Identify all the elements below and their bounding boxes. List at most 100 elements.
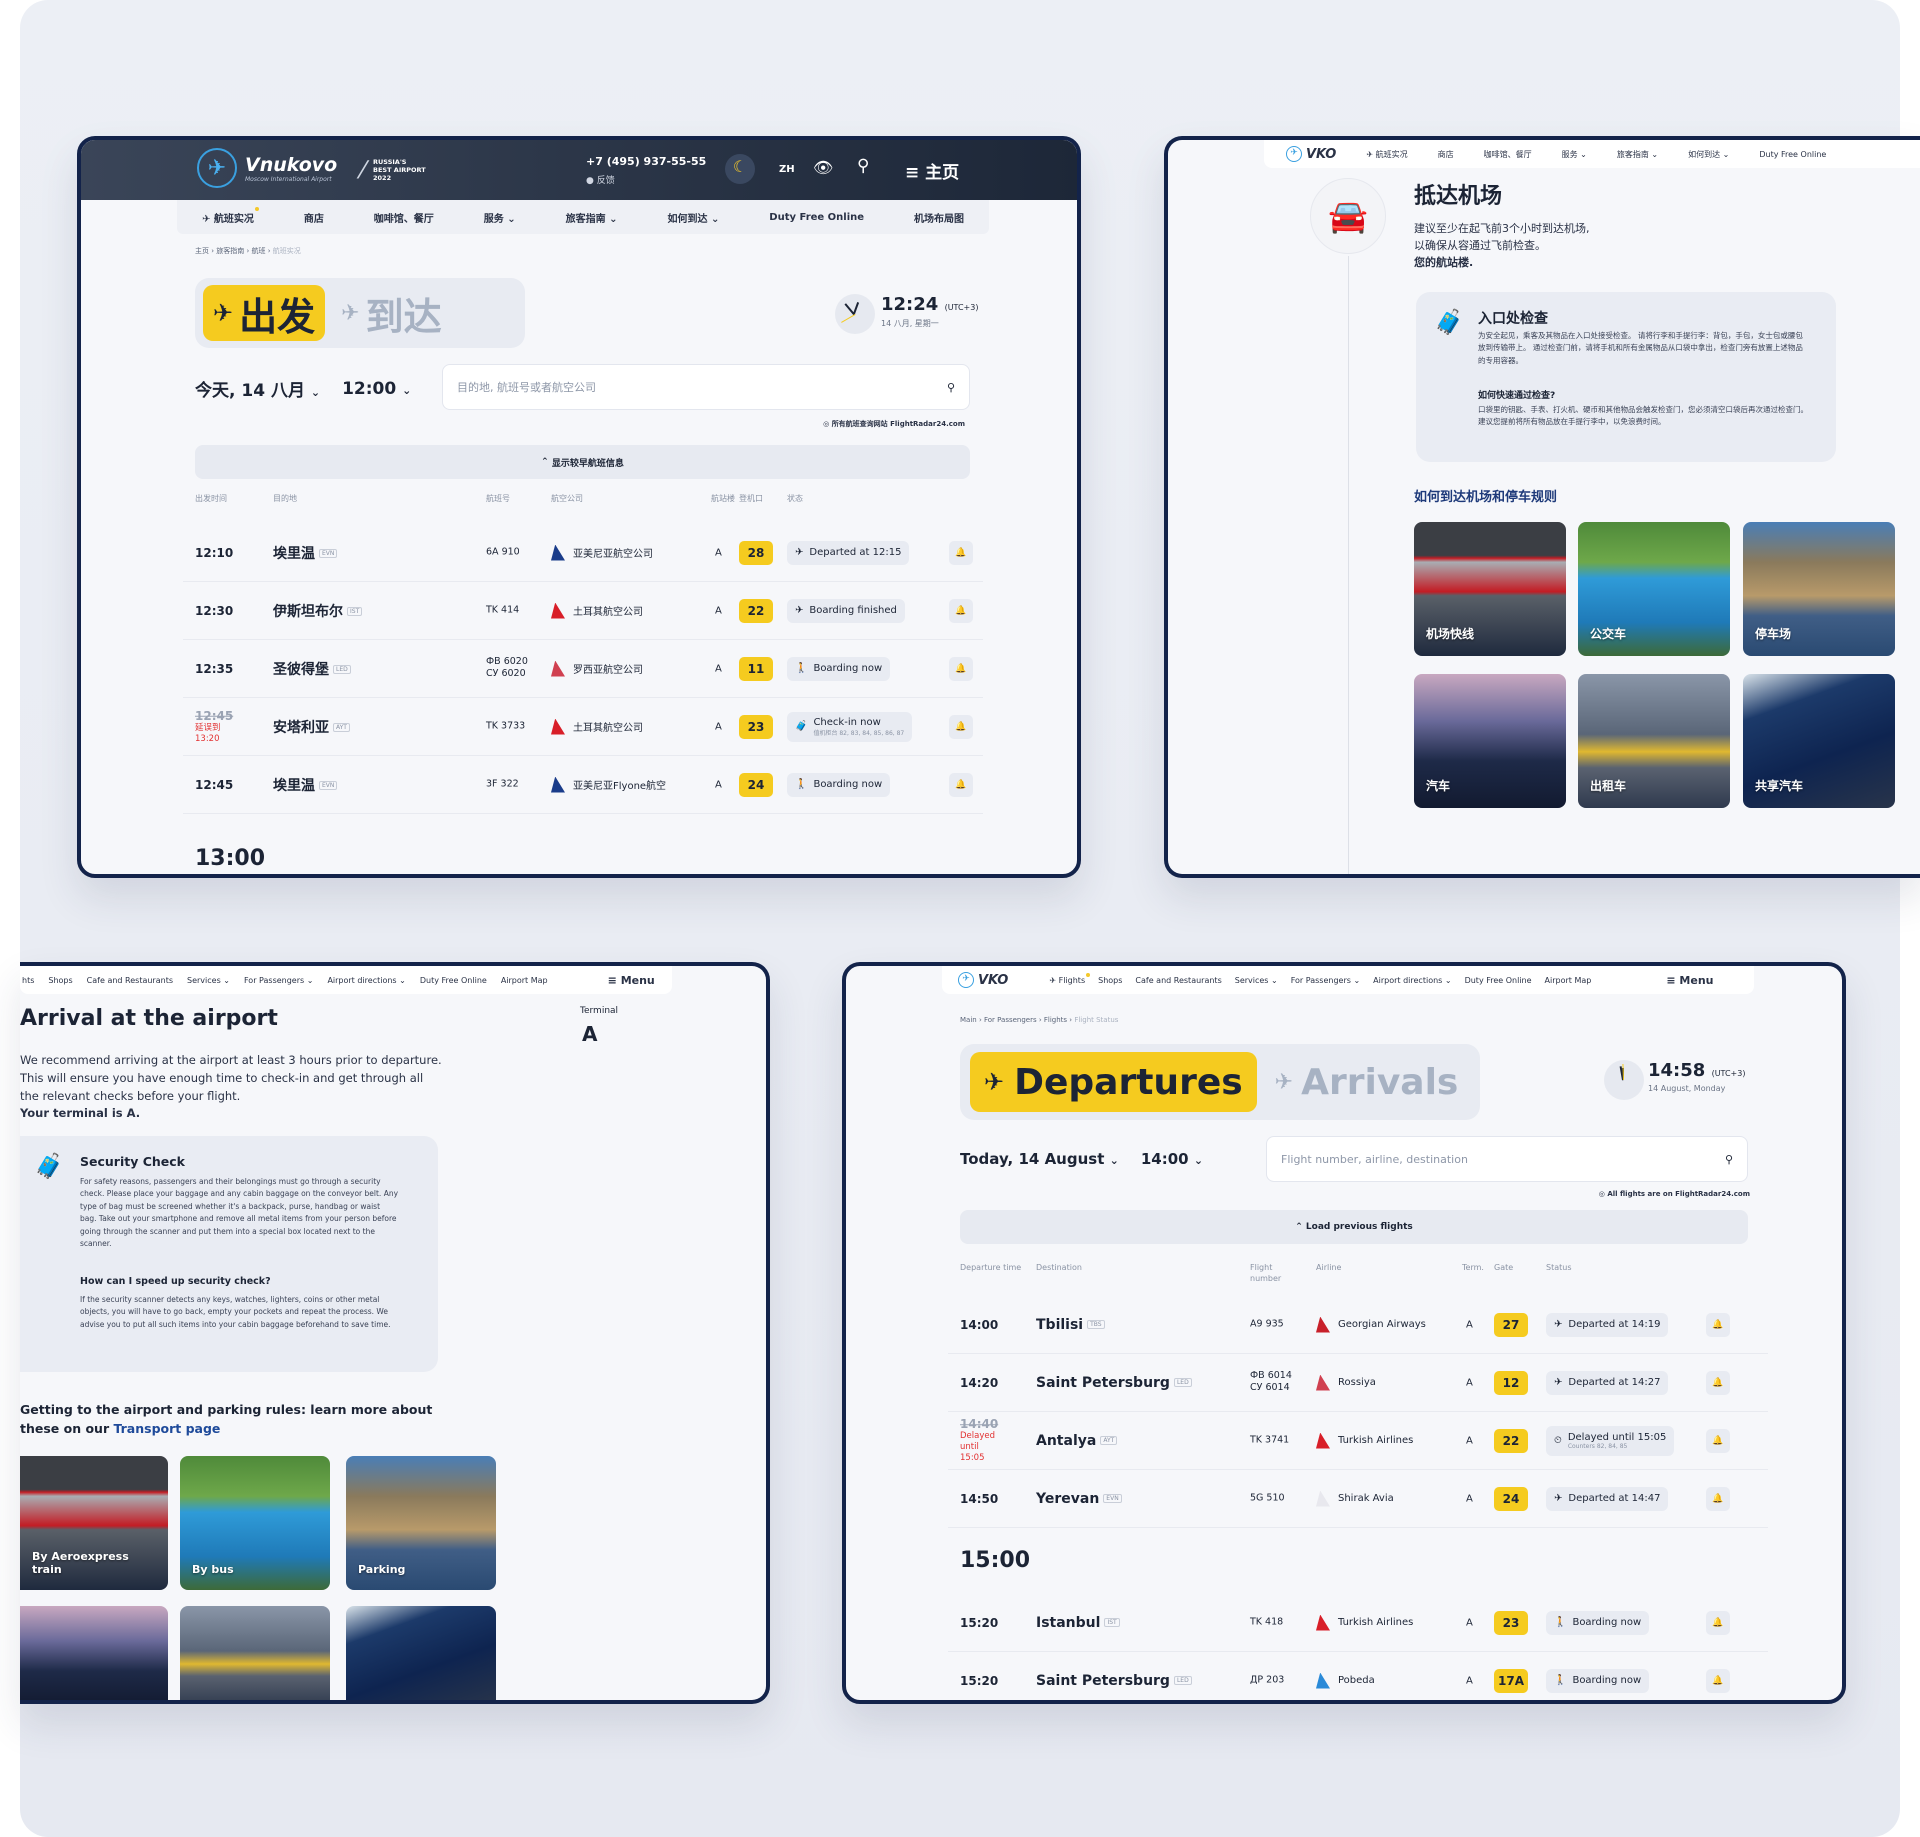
search-icon[interactable]: ⚲: [1725, 1153, 1733, 1166]
tile-parking[interactable]: Parking: [346, 1456, 496, 1590]
flight-row[interactable]: 12:10 埃里温 EVN 6A 910 亚美尼亚航空公司 A 28 ✈ Departed at…: [183, 524, 983, 582]
time-select[interactable]: 14:00 ⌄: [1141, 1150, 1203, 1168]
tab-arrivals[interactable]: ✈ Arrivals: [1275, 1062, 1459, 1103]
notify-bell-icon[interactable]: 🔔: [1706, 1370, 1730, 1395]
flight-row[interactable]: 15:20 Istanbul IST TK 418 Turkish Airlines A 2…: [948, 1594, 1768, 1652]
nav-item-shops[interactable]: 商店: [1438, 149, 1454, 160]
notify-bell-icon[interactable]: 🔔: [949, 540, 973, 565]
notify-bell-icon[interactable]: 🔔: [949, 656, 973, 681]
nav-item-passengers[interactable]: 旅客指南 ⌄: [1617, 149, 1658, 160]
flight-row[interactable]: 14:40 Delayed until 15:05 Antalya AYT TK 374…: [948, 1412, 1768, 1470]
tab-arrivals[interactable]: ✈ 到达: [341, 286, 441, 341]
nav-item-shops[interactable]: 商店: [304, 210, 324, 225]
tile-taxi[interactable]: 出租车: [1578, 674, 1730, 808]
flight-row[interactable]: 12:45 埃里温 EVN 3F 322 亚美尼亚Flyone航空 A 24 🚶 Boardin…: [183, 756, 983, 814]
time-select[interactable]: 12:00 ⌄: [342, 379, 411, 399]
notify-bell-icon[interactable]: 🔔: [949, 598, 973, 623]
menu-button[interactable]: ≡ Menu: [608, 974, 655, 987]
breadcrumb-link[interactable]: For Passengers: [984, 1016, 1037, 1024]
flight-row[interactable]: 15:20 Saint Petersburg LED ДР 203 Pobeda A 17A…: [948, 1652, 1768, 1700]
notify-bell-icon[interactable]: 🔔: [949, 772, 973, 797]
tile-aeroexpress[interactable]: By Aeroexpress train: [20, 1456, 168, 1590]
date-select[interactable]: 今天, 14 八月 ⌄: [195, 376, 320, 401]
flight-row[interactable]: 12:30 伊斯坦布尔 IST TK 414 土耳其航空公司 A 22 ✈ Boarding f…: [183, 582, 983, 640]
nav-item-services[interactable]: Services ⌄: [187, 976, 230, 985]
feedback-link[interactable]: ● 反馈: [586, 173, 615, 186]
nav-item-passengers[interactable]: For Passengers ⌄: [1291, 976, 1360, 985]
flight-row[interactable]: 12:45 延误到 13:20 安塔利亚 AYT TK 3733 土耳其航空公司 A 23 🧳 C…: [183, 698, 983, 756]
nav-item-services[interactable]: 服务 ⌄: [1562, 149, 1587, 160]
tile-bus[interactable]: By bus: [180, 1456, 330, 1590]
tile-bus[interactable]: 公交车: [1578, 522, 1730, 656]
nav-item-shops[interactable]: Shops: [1098, 976, 1122, 985]
nav-item-duty-free[interactable]: Duty Free Online: [769, 212, 864, 223]
breadcrumb-link[interactable]: Main: [960, 1016, 977, 1024]
nav-item-duty-free[interactable]: Duty Free Online: [1759, 150, 1826, 159]
transport-page-link[interactable]: Transport page: [113, 1421, 220, 1436]
nav-item-cafes[interactable]: 咖啡馆、餐厅: [1484, 149, 1532, 160]
flight-row[interactable]: 14:00 Tbilisi TBS A9 935 Georgian Airways A 27…: [948, 1296, 1768, 1354]
tile-aeroexpress[interactable]: 机场快线: [1414, 522, 1566, 656]
tile-carsharing[interactable]: 共享汽车: [1743, 674, 1895, 808]
nav-item-directions[interactable]: 如何到达 ⌄: [1688, 149, 1729, 160]
tile-taxi[interactable]: [180, 1606, 330, 1700]
flight-search-input[interactable]: Flight number, airline, destination ⚲: [1266, 1136, 1748, 1182]
flightradar-link[interactable]: ◎ All flights are on FlightRadar24.com: [1599, 1190, 1750, 1198]
notify-bell-icon[interactable]: 🔔: [1706, 1486, 1730, 1511]
nav-item-cafes[interactable]: Cafe and Restaurants: [87, 976, 173, 985]
date-select[interactable]: Today, 14 August ⌄: [960, 1150, 1119, 1168]
notify-bell-icon[interactable]: 🔔: [1706, 1428, 1730, 1453]
dark-mode-toggle-moon-icon[interactable]: ☾: [725, 154, 755, 184]
breadcrumb-link[interactable]: 主页: [195, 247, 209, 255]
phone-number[interactable]: +7 (495) 937-55-55: [586, 155, 706, 168]
vko-logo[interactable]: ✈ VKO: [958, 972, 1008, 988]
nav-item-cafes[interactable]: Cafe and Restaurants: [1135, 976, 1221, 985]
nav-item-flights[interactable]: ✈ 航班实况: [1366, 149, 1407, 160]
flight-row[interactable]: 12:35 圣彼得堡 LED ФВ 6020 СУ 6020 罗西亚航空公司 A 11 🚶 Boa…: [183, 640, 983, 698]
menu-button[interactable]: ≡ 主页: [905, 158, 959, 183]
nav-item-airport-map[interactable]: 机场布局图: [914, 210, 964, 225]
nav-item-airport-map[interactable]: Airport Map: [1545, 976, 1592, 985]
nav-item-passengers[interactable]: 旅客指南 ⌄: [566, 210, 618, 225]
notify-bell-icon[interactable]: 🔔: [1706, 1610, 1730, 1635]
tile-carsharing[interactable]: [346, 1606, 496, 1700]
nav-item-flights[interactable]: ✈ Flights: [1049, 972, 1091, 985]
search-icon[interactable]: ⚲: [947, 381, 955, 394]
notify-bell-icon[interactable]: 🔔: [949, 714, 973, 739]
breadcrumb-link[interactable]: 航班: [252, 247, 266, 255]
tile-car[interactable]: 汽车: [1414, 674, 1566, 808]
vnukovo-logo[interactable]: ✈ Vnukovo Moscow International Airport: [197, 148, 337, 188]
language-switch[interactable]: ZH: [779, 164, 795, 175]
search-icon[interactable]: ⚲: [857, 156, 869, 176]
nav-item-shops[interactable]: Shops: [48, 976, 72, 985]
vko-logo[interactable]: ✈ VKO: [1286, 146, 1336, 162]
nav-item-cafes[interactable]: 咖啡馆、餐厅: [374, 210, 434, 225]
nav-item-services[interactable]: Services ⌄: [1235, 976, 1278, 985]
load-previous-button[interactable]: ⌃ Load previous flights: [960, 1210, 1748, 1244]
menu-button[interactable]: ≡ Menu: [1666, 974, 1713, 987]
nav-item-flights[interactable]: ✈ 航班实况: [202, 206, 259, 225]
notify-bell-icon[interactable]: 🔔: [1706, 1668, 1730, 1693]
nav-item-flights[interactable]: hts: [22, 976, 34, 985]
tile-parking[interactable]: 停车场: [1743, 522, 1895, 656]
nav-item-duty-free[interactable]: Duty Free Online: [420, 976, 487, 985]
tile-car[interactable]: [20, 1606, 168, 1700]
flightradar-link[interactable]: ◎ 所有航班查询网站 FlightRadar24.com: [823, 419, 965, 429]
nav-item-directions[interactable]: Airport directions ⌄: [327, 976, 405, 985]
nav-item-directions[interactable]: 如何到达 ⌄: [667, 210, 719, 225]
flight-row[interactable]: 14:20 Saint Petersburg LED ФВ 6014 СУ 6014 Ro…: [948, 1354, 1768, 1412]
nav-item-passengers[interactable]: For Passengers ⌄: [244, 976, 313, 985]
nav-item-airport-map[interactable]: Airport Map: [501, 976, 548, 985]
load-previous-button[interactable]: ⌃ 显示较早航班信息: [195, 445, 970, 479]
tab-departures[interactable]: ✈ Departures: [970, 1052, 1257, 1112]
nav-item-services[interactable]: 服务 ⌄: [484, 210, 516, 225]
breadcrumb-link[interactable]: Flights: [1044, 1016, 1067, 1024]
nav-item-duty-free[interactable]: Duty Free Online: [1465, 976, 1532, 985]
breadcrumb-link[interactable]: 旅客指南: [216, 247, 244, 255]
flight-row[interactable]: 14:50 Yerevan EVN 5G 510 Shirak Avia A 24 ✈ Depa…: [948, 1470, 1768, 1528]
nav-item-directions[interactable]: Airport directions ⌄: [1373, 976, 1451, 985]
notify-bell-icon[interactable]: 🔔: [1706, 1312, 1730, 1337]
flight-search-input[interactable]: 目的地, 航班号或者航空公司 ⚲: [442, 364, 970, 410]
tab-departures[interactable]: ✈ 出发: [203, 285, 326, 341]
accessibility-eye-icon[interactable]: 👁: [813, 158, 833, 177]
